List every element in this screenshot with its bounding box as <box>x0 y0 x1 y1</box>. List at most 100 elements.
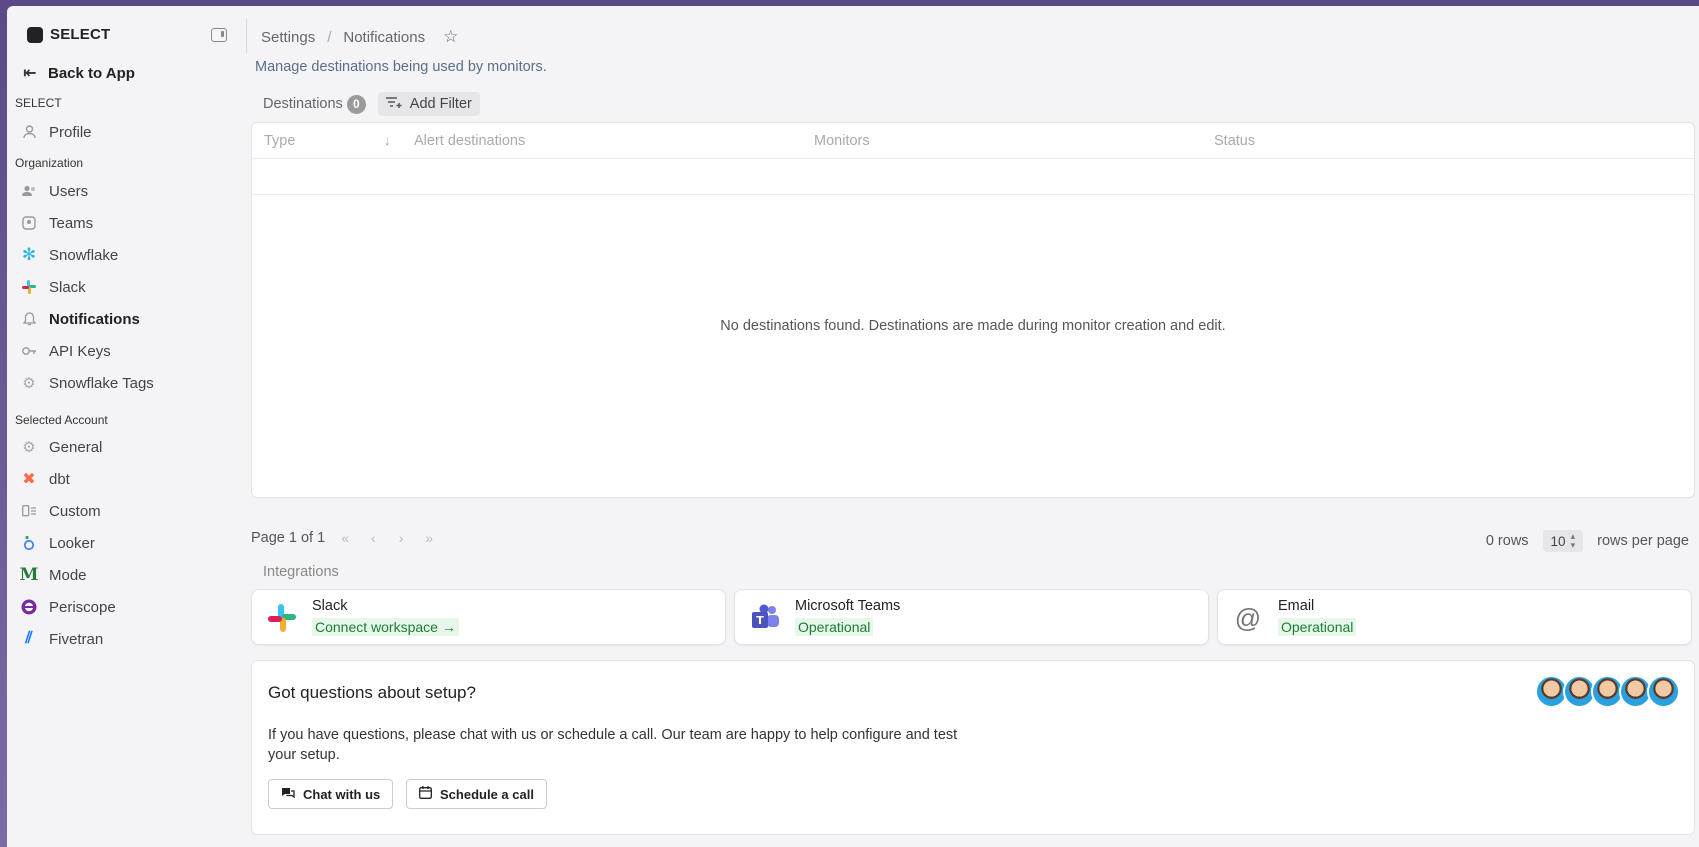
schedule-label: Schedule a call <box>440 786 534 802</box>
chat-with-us-button[interactable]: Chat with us <box>268 779 394 809</box>
star-icon[interactable]: ☆ <box>443 27 458 47</box>
column-header-status[interactable]: Status <box>1214 133 1255 149</box>
add-filter-label: Add Filter <box>409 96 472 112</box>
connect-workspace-link[interactable]: Connect workspace → <box>312 618 459 636</box>
sidebar-item-slack[interactable]: Slack <box>21 274 231 300</box>
mode-icon: M <box>19 565 39 585</box>
rows-per-page-label: rows per page <box>1597 533 1689 549</box>
first-page-icon[interactable]: « <box>337 530 353 546</box>
sidebar-item-label: Snowflake <box>49 246 119 264</box>
sidebar-item-profile[interactable]: Profile <box>21 119 231 145</box>
slack-icon <box>266 602 298 634</box>
sidebar-item-label: API Keys <box>49 342 111 360</box>
sidebar-item-mode[interactable]: M Mode <box>19 562 231 588</box>
count-badge: 0 <box>346 94 366 114</box>
bell-icon <box>21 311 37 327</box>
section-select-label: SELECT <box>15 96 62 110</box>
sidebar-item-users[interactable]: Users <box>21 178 231 204</box>
sidebar-item-dbt[interactable]: ✖ dbt <box>21 466 231 492</box>
sidebar-item-label: Notifications <box>49 310 140 328</box>
status-badge: Operational <box>1278 618 1357 636</box>
brand-logo-icon <box>27 26 43 43</box>
integration-name: Microsoft Teams <box>795 598 901 614</box>
user-icon <box>21 124 37 140</box>
filter-add-icon <box>385 96 402 112</box>
snowflake-icon: ✻ <box>21 245 37 264</box>
brand-name: SELECT <box>50 26 111 43</box>
sidebar: SELECT ⇤ Back to App SELECT Profile Orga… <box>7 6 247 847</box>
integrations-heading: Integrations <box>263 564 339 580</box>
breadcrumb: Settings / Notifications ☆ <box>261 20 458 54</box>
destinations-table: Type ↓ Alert destinations Monitors Statu… <box>251 122 1695 498</box>
sidebar-item-snowflake[interactable]: ✻ Snowflake <box>21 242 231 268</box>
sidebar-item-label: Looker <box>49 534 95 552</box>
breadcrumb-notifications: Notifications <box>343 28 426 46</box>
custom-icon <box>21 503 37 519</box>
arrow-left-icon: ⇤ <box>23 65 37 82</box>
integration-card-email[interactable]: @ Email Operational <box>1217 589 1692 645</box>
rows-info: 0 rows 10 ▴ ▾ rows per page <box>1486 530 1689 552</box>
sidebar-item-label: dbt <box>49 470 70 488</box>
teams-icon: T <box>749 602 781 634</box>
sidebar-item-api-keys[interactable]: API Keys <box>21 338 231 364</box>
tag-gear-icon: ⚙ <box>22 375 36 392</box>
pagination: Page 1 of 1 « ‹ › » <box>251 530 437 546</box>
svg-text:T: T <box>756 614 764 627</box>
periscope-icon <box>21 599 37 615</box>
sidebar-item-label: Mode <box>49 566 87 584</box>
chat-label: Chat with us <box>303 786 381 802</box>
tab-destinations[interactable]: Destinations 0 <box>263 94 366 114</box>
sidebar-item-label: Snowflake Tags <box>49 374 154 392</box>
sidebar-item-snowflake-tags[interactable]: ⚙ Snowflake Tags <box>21 370 231 396</box>
sort-descending-icon[interactable]: ↓ <box>384 133 391 148</box>
sidebar-item-teams[interactable]: Teams <box>21 210 231 236</box>
breadcrumb-separator: / <box>327 28 332 46</box>
dbt-icon: ✖ <box>22 471 36 488</box>
page-indicator: Page 1 of 1 <box>251 530 326 546</box>
sidebar-item-custom[interactable]: Custom <box>21 498 231 524</box>
section-org-label: Organization <box>15 156 84 170</box>
column-header-type[interactable]: Type <box>264 133 295 149</box>
calendar-icon <box>419 786 432 802</box>
empty-state-message: No destinations found. Destinations are … <box>720 318 1226 334</box>
column-header-monitors[interactable]: Monitors <box>814 133 870 149</box>
next-page-icon[interactable]: › <box>393 530 409 546</box>
help-body: If you have questions, please chat with … <box>268 727 958 763</box>
sidebar-item-general[interactable]: ⚙ General <box>21 434 231 460</box>
schedule-call-button[interactable]: Schedule a call <box>406 779 547 809</box>
sidebar-item-notifications[interactable]: Notifications <box>21 306 231 332</box>
header-divider <box>246 19 247 53</box>
sidebar-item-periscope[interactable]: Periscope <box>21 594 231 620</box>
help-title: Got questions about setup? <box>268 683 476 702</box>
back-to-app-link[interactable]: ⇤ Back to App <box>21 63 135 83</box>
integration-name: Slack <box>312 598 348 614</box>
integration-card-teams[interactable]: T Microsoft Teams Operational <box>734 589 1209 645</box>
tab-destinations-label: Destinations <box>263 96 343 112</box>
sidebar-item-fivetran[interactable]: ⫽ Fivetran <box>21 626 231 652</box>
key-icon <box>21 343 37 359</box>
brand[interactable]: SELECT <box>27 26 110 43</box>
teams-icon <box>21 215 37 231</box>
sidebar-toggle-icon[interactable] <box>211 28 227 42</box>
last-page-icon[interactable]: » <box>421 530 437 546</box>
app-window: SELECT ⇤ Back to App SELECT Profile Orga… <box>7 6 1699 847</box>
at-icon: @ <box>1234 602 1262 633</box>
add-filter-button[interactable]: Add Filter <box>377 92 480 116</box>
table-toolbar: Destinations 0 Add Filter <box>263 92 480 116</box>
fivetran-icon: ⫽ <box>25 630 33 647</box>
status-badge: Operational <box>795 618 874 636</box>
column-header-alert-destinations[interactable]: Alert destinations <box>414 133 525 149</box>
chevron-updown-icon: ▴ ▾ <box>1570 531 1576 550</box>
sidebar-item-label: Fivetran <box>49 630 104 648</box>
integration-card-slack[interactable]: Slack Connect workspace → <box>251 589 726 645</box>
help-card: Got questions about setup? If you have q… <box>251 660 1695 835</box>
gear-icon: ⚙ <box>22 439 36 456</box>
sidebar-item-looker[interactable]: Looker <box>21 530 231 556</box>
rows-per-page-value: 10 <box>1550 533 1566 549</box>
sidebar-item-label: Users <box>49 182 89 200</box>
rows-per-page-select[interactable]: 10 ▴ ▾ <box>1542 530 1584 552</box>
section-account-label: Selected Account <box>15 413 108 427</box>
breadcrumb-settings[interactable]: Settings <box>261 29 315 46</box>
prev-page-icon[interactable]: ‹ <box>365 530 381 546</box>
sidebar-item-label: Custom <box>49 502 101 520</box>
